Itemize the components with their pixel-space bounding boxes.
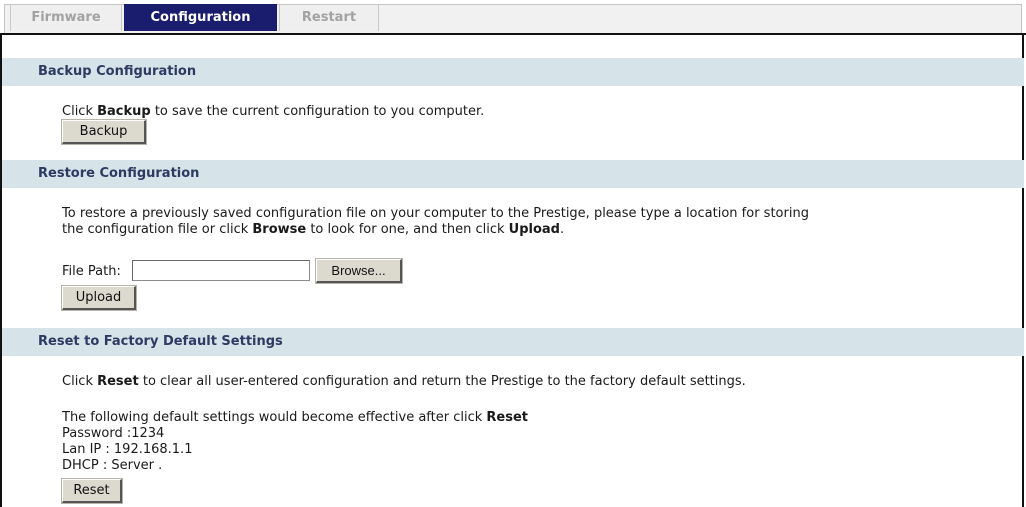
reset-button[interactable]: Reset	[61, 478, 123, 504]
backup-button[interactable]: Backup	[61, 119, 147, 145]
default-lan-ip: Lan IP : 192.168.1.1	[62, 442, 193, 457]
browse-button[interactable]: Browse...	[315, 258, 403, 284]
file-path-input[interactable]	[132, 260, 310, 281]
backup-section-title: Backup Configuration	[2, 58, 1024, 86]
tab-firmware[interactable]: Firmware	[10, 4, 122, 31]
upload-button[interactable]: Upload	[61, 285, 137, 311]
backup-description: Click Backup to save the current configu…	[62, 104, 485, 119]
tab-restart[interactable]: Restart	[279, 4, 379, 31]
default-dhcp: DHCP : Server .	[62, 458, 163, 473]
reset-section-title: Reset to Factory Default Settings	[2, 328, 1024, 356]
restore-description-line1: To restore a previously saved configurat…	[62, 206, 809, 221]
default-password: Password :1234	[62, 426, 165, 441]
file-path-label: File Path:	[62, 264, 121, 279]
tab-bar: Firmware Configuration Restart	[0, 0, 1026, 35]
reset-description: Click Reset to clear all user-entered co…	[62, 374, 746, 389]
restore-description-line2: the configuration file or click Browse t…	[62, 222, 565, 237]
reset-defaults-intro: The following default settings would bec…	[62, 410, 529, 425]
tab-configuration[interactable]: Configuration	[124, 4, 277, 31]
restore-section-title: Restore Configuration	[2, 160, 1024, 188]
